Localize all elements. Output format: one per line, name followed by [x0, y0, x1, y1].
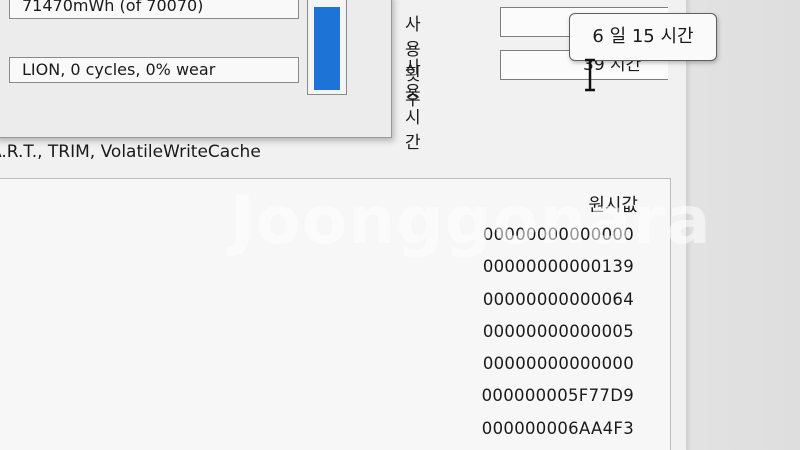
text-cursor-icon	[585, 58, 595, 92]
raw-value-cell: 00000000000000	[482, 354, 634, 374]
battery-capacity-field: 71470mWh (of 70070)	[9, 0, 299, 19]
raw-value-cell: 00000000000064	[482, 289, 634, 309]
battery-level-bar	[307, 0, 347, 95]
raw-value-cell: 00000000000139	[482, 257, 634, 277]
supported-features-text: A.R.T., TRIM, VolatileWriteCache	[0, 142, 261, 162]
battery-chemistry-field: LION, 0 cycles, 0% wear	[9, 57, 299, 83]
power-on-time-tooltip: 6 일 15 시간	[569, 13, 717, 61]
screen: 사용 횟수 사용 시간 39 시간 A.R.T., TRIM, Volatile…	[0, 0, 800, 450]
raw-value-cell: 000000006AA4F3	[481, 418, 634, 438]
power-on-hours-label: 사용 시간	[405, 58, 422, 153]
raw-value-cell: 00000000000005	[482, 321, 634, 341]
battery-info-popup: 71470mWh (of 70070) LION, 0 cycles, 0% w…	[0, 0, 392, 138]
raw-value-cell: 000000005F77D9	[481, 386, 634, 406]
watermark-text: Joonggonara	[230, 182, 712, 259]
battery-level-fill	[314, 7, 340, 90]
